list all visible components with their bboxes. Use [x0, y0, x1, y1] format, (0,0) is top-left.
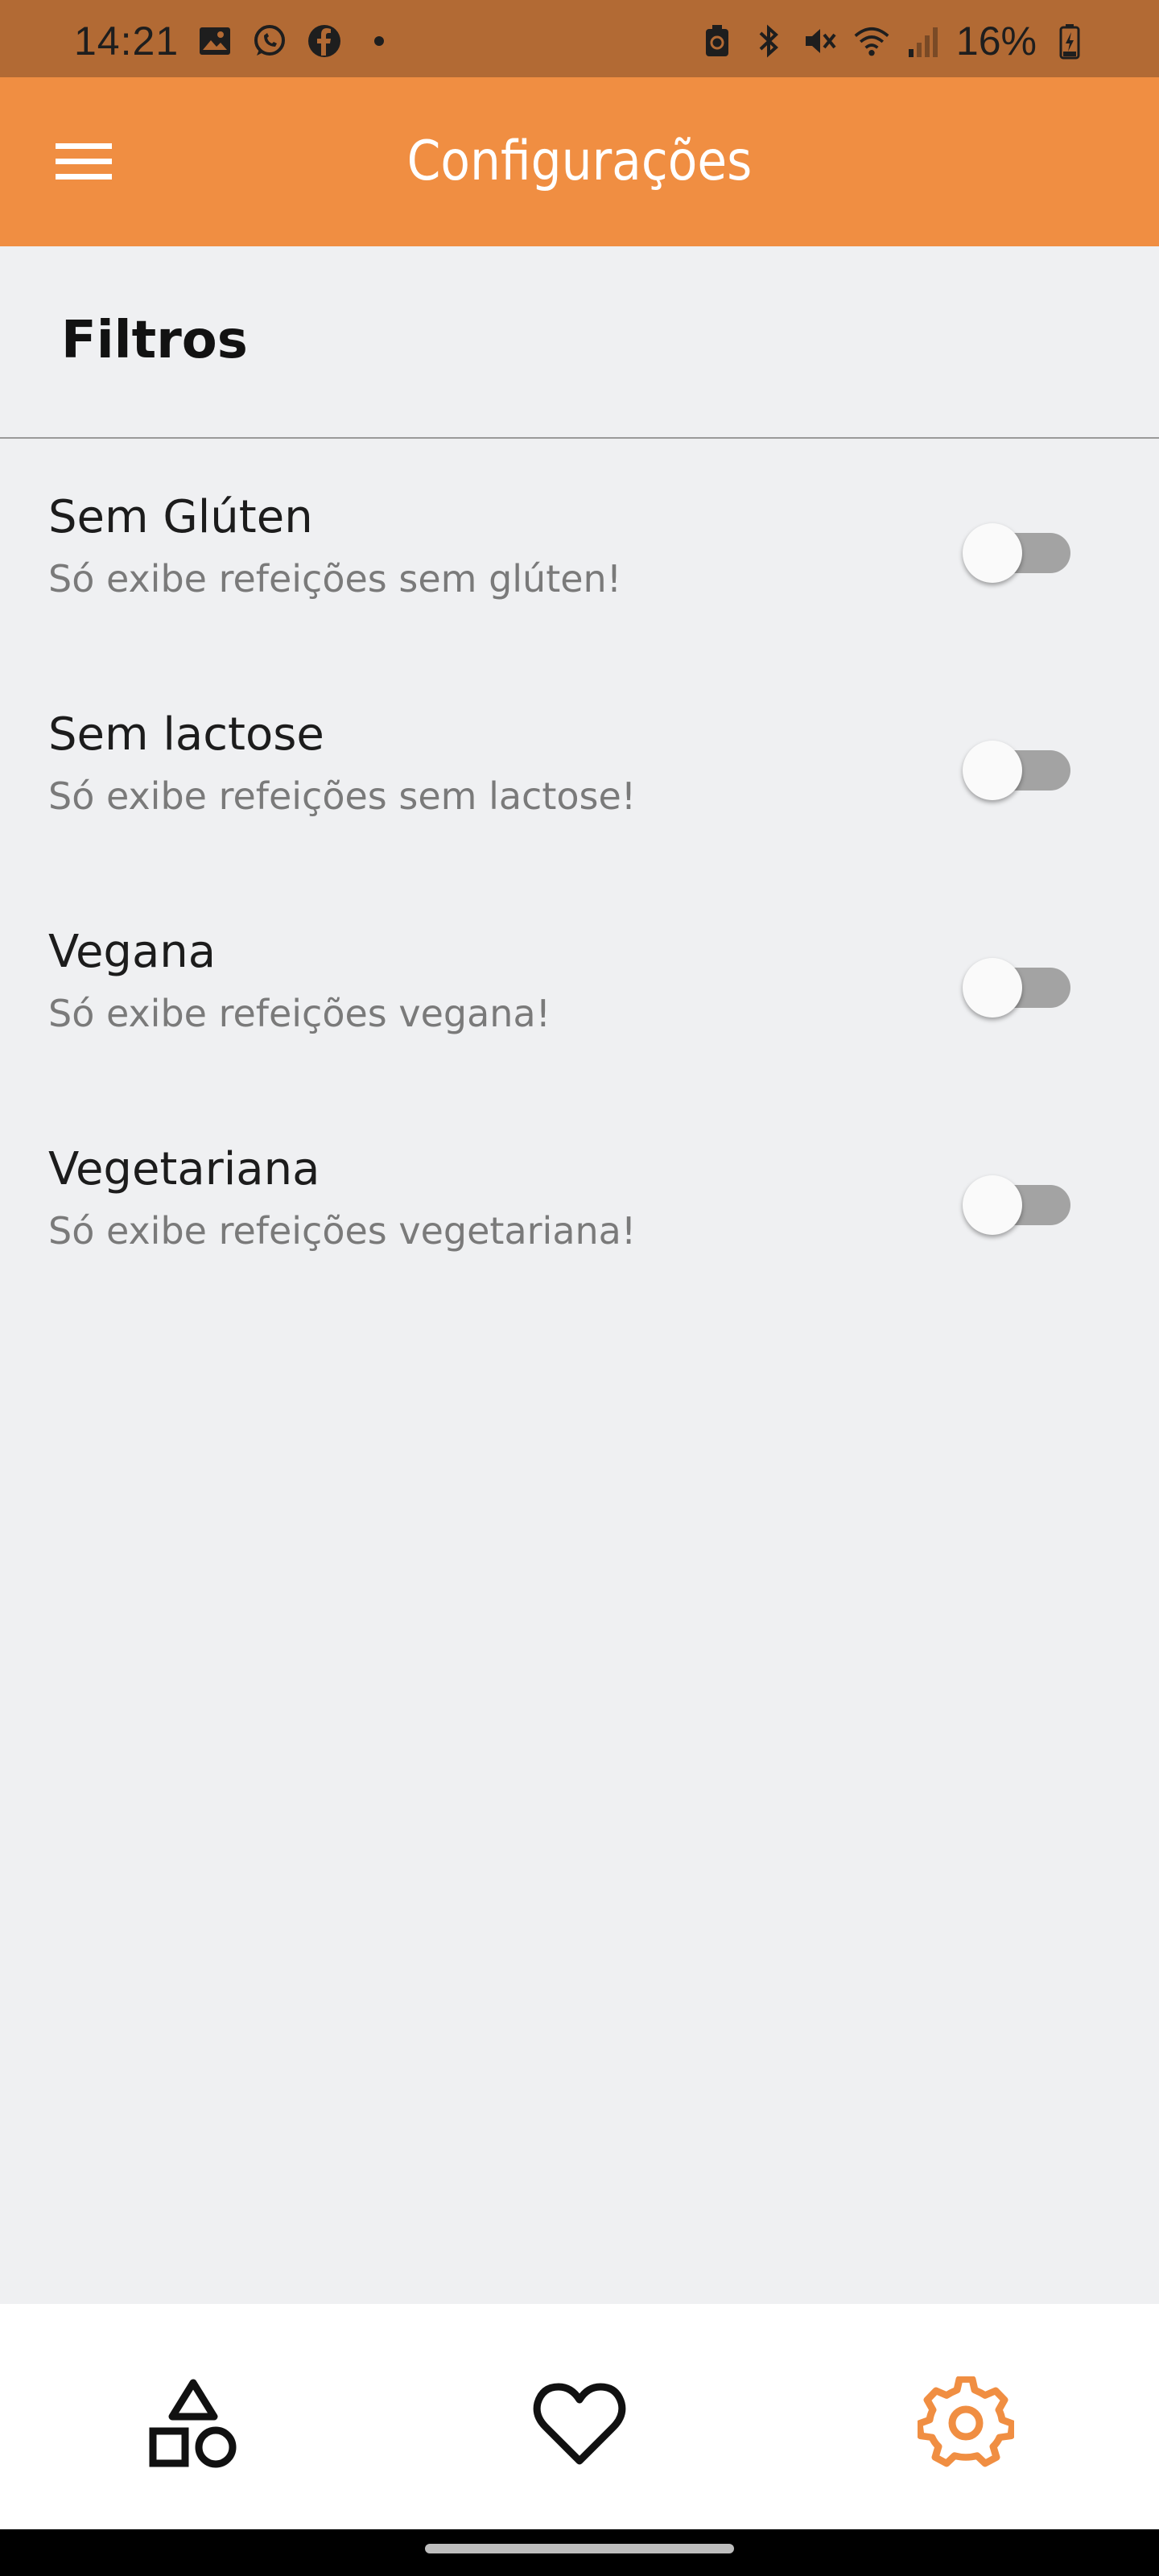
mute-icon [802, 23, 839, 60]
vegetarian-toggle[interactable] [963, 1161, 1074, 1235]
filter-subtitle: Só exibe refeições sem lactose! [48, 774, 637, 818]
dot-icon [361, 23, 398, 60]
filter-item-gluten-free[interactable]: Sem Glúten Só exibe refeições sem glúten… [0, 491, 1159, 684]
home-gesture-handle[interactable] [425, 2544, 734, 2553]
signal-icon [905, 23, 942, 60]
bottom-navigation [0, 2304, 1159, 2529]
whatsapp-icon [251, 23, 288, 60]
bluetooth-icon [750, 23, 787, 60]
status-bar-left: 14:21 [74, 18, 398, 64]
filter-subtitle: Só exibe refeições vegana! [48, 992, 551, 1035]
toggle-thumb [963, 958, 1022, 1018]
toggle-thumb [963, 1175, 1022, 1235]
filter-item-vegan[interactable]: Vegana Só exibe refeições vegana! [0, 926, 1159, 1119]
nav-settings-button[interactable] [901, 2360, 1030, 2489]
vegan-toggle[interactable] [963, 943, 1074, 1018]
lactose-free-toggle[interactable] [963, 726, 1074, 800]
battery-icon [1051, 23, 1088, 60]
nav-favorites-button[interactable] [515, 2360, 644, 2489]
wifi-icon [853, 23, 890, 60]
gear-icon [918, 2376, 1014, 2467]
gluten-free-toggle[interactable] [963, 509, 1074, 583]
toggle-thumb [963, 523, 1022, 583]
filter-subtitle: Só exibe refeições vegetariana! [48, 1209, 637, 1253]
app-bar: Configurações [0, 77, 1159, 246]
heart-icon [533, 2383, 626, 2465]
nav-categories-button[interactable] [129, 2360, 258, 2489]
section-divider [0, 437, 1159, 439]
filter-title: Sem Glúten [48, 491, 313, 543]
facebook-icon [306, 23, 343, 60]
filter-subtitle: Só exibe refeições sem glúten! [48, 557, 622, 601]
filter-title: Sem lactose [48, 708, 324, 761]
categories-shapes-icon [149, 2379, 237, 2468]
filter-item-vegetarian[interactable]: Vegetariana Só exibe refeições vegetaria… [0, 1143, 1159, 1336]
filters-section-title: Filtros [61, 311, 248, 370]
filter-item-lactose-free[interactable]: Sem lactose Só exibe refeições sem lacto… [0, 708, 1159, 902]
battery-percentage: 16% [955, 19, 1037, 64]
battery-saver-icon [699, 23, 736, 60]
status-bar-right: 16% [699, 18, 1088, 64]
filter-title: Vegetariana [48, 1143, 320, 1195]
status-bar: 14:21 16% [0, 0, 1159, 77]
toggle-thumb [963, 741, 1022, 800]
page-title: Configurações [406, 130, 753, 193]
filter-title: Vegana [48, 926, 217, 978]
system-navigation-bar [0, 2529, 1159, 2576]
gallery-icon [196, 23, 233, 60]
status-time: 14:21 [74, 19, 179, 64]
